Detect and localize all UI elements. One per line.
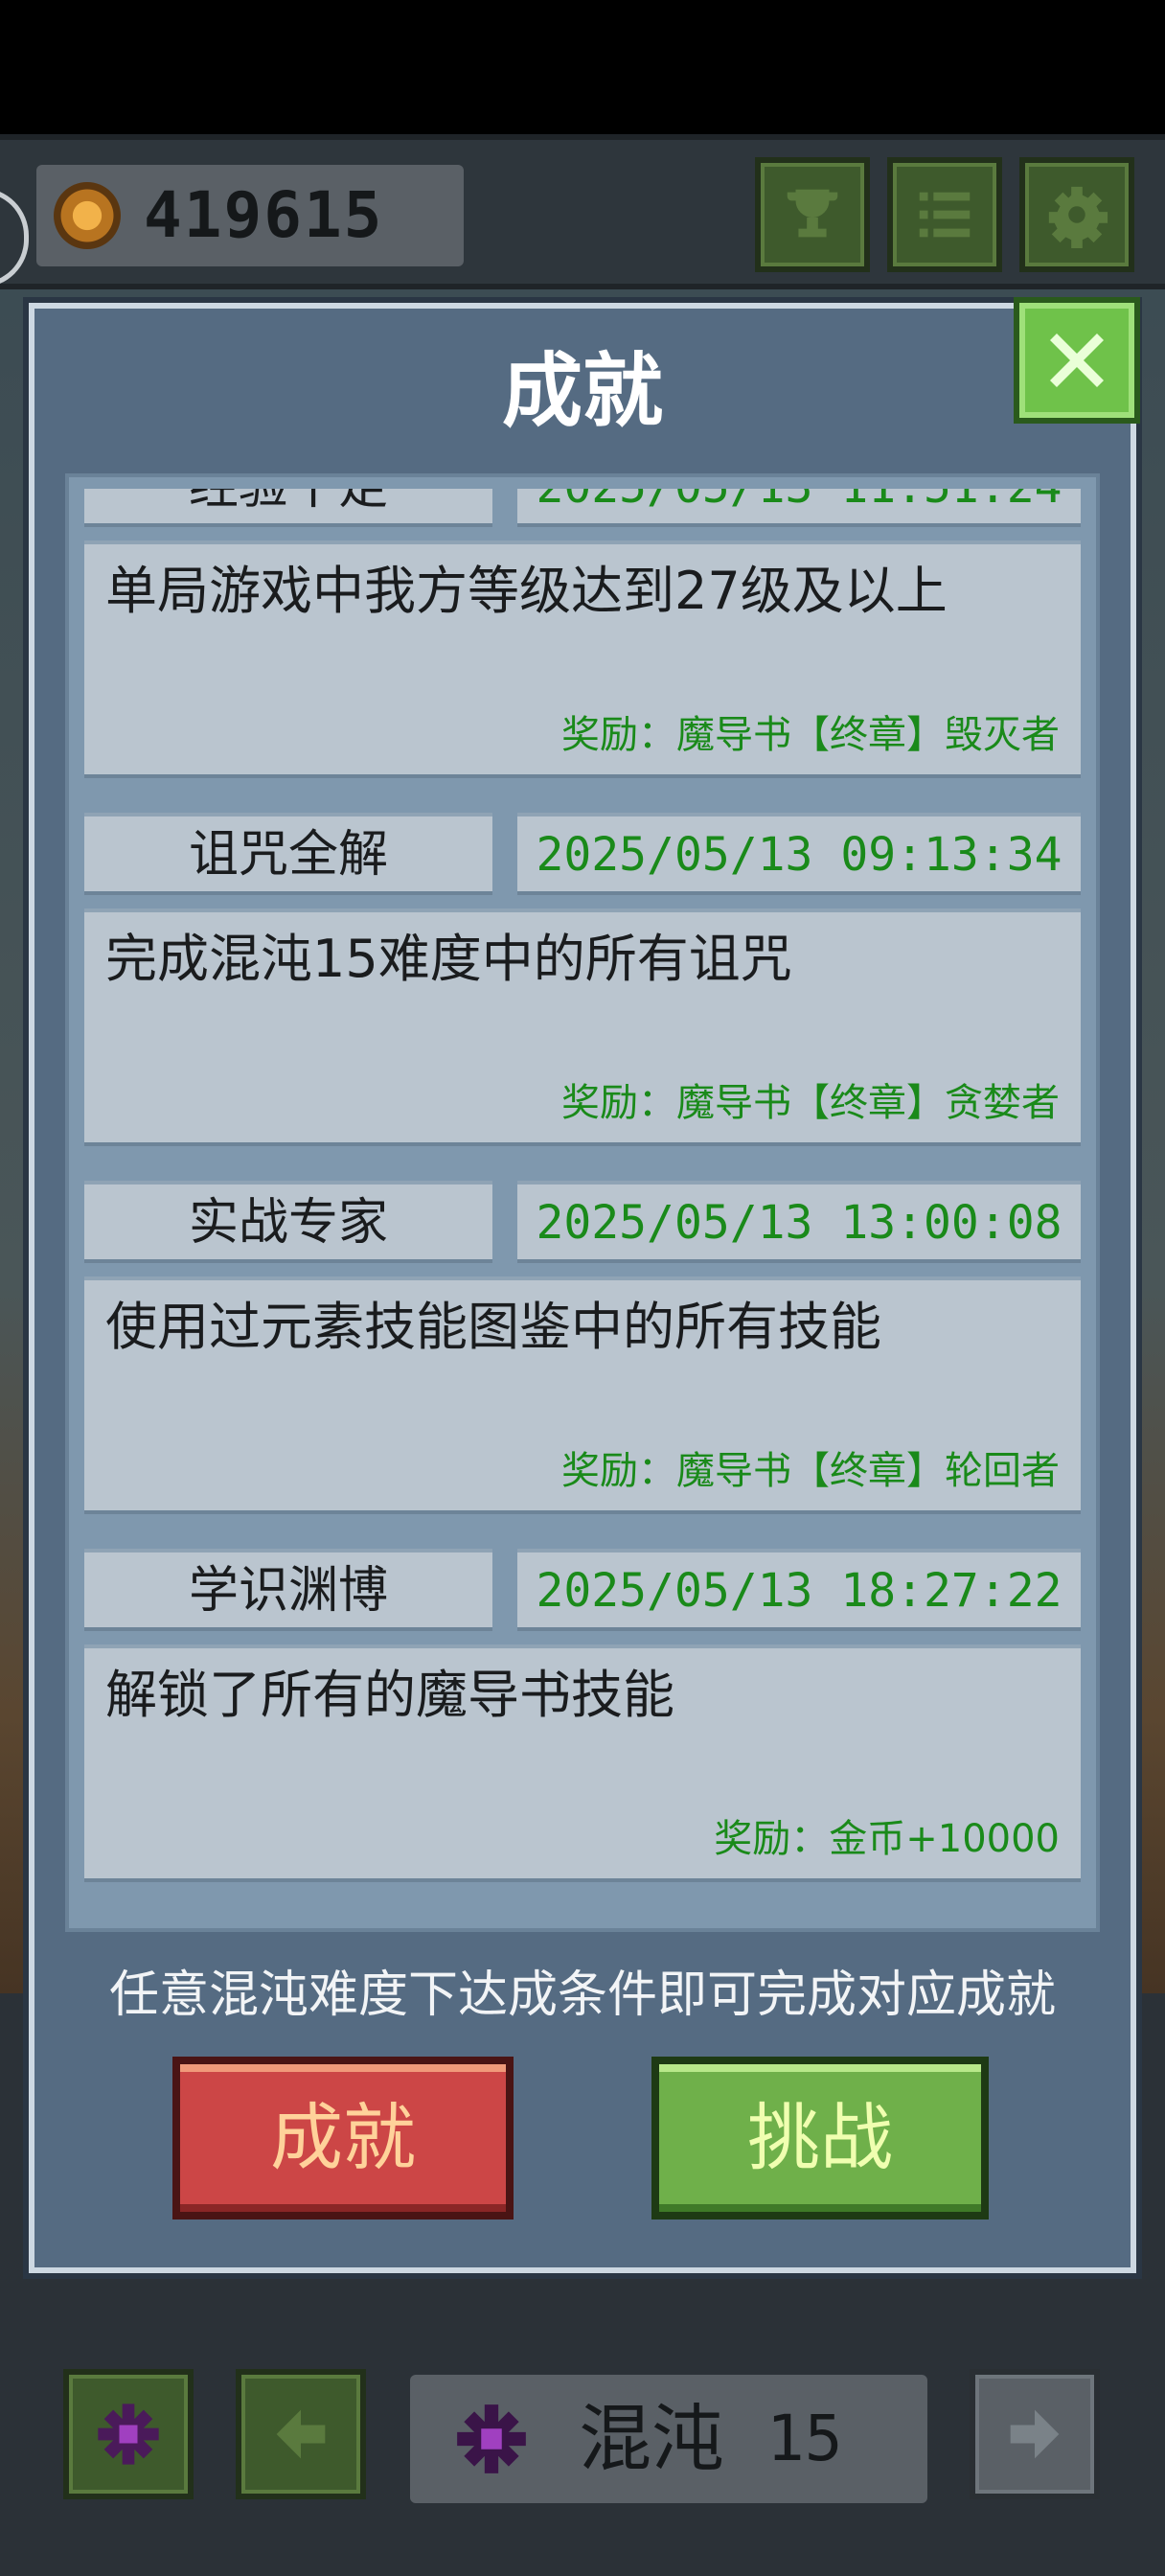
chaos-icon bbox=[457, 2404, 526, 2473]
achievement-date: 2025/05/13 09:13:34 bbox=[517, 813, 1081, 895]
achievement-date: 2025/05/13 11:51:24 bbox=[517, 489, 1081, 527]
prev-difficulty-button[interactable] bbox=[236, 2369, 366, 2499]
achievement-description: 单局游戏中我方等级达到27级及以上 bbox=[105, 561, 948, 621]
achievement-detail: 完成混沌15难度中的所有诅咒 奖励：魔导书【终章】贪婪者 bbox=[84, 908, 1081, 1146]
coin-amount: 419615 bbox=[144, 178, 384, 252]
arrow-left-icon bbox=[276, 2409, 326, 2459]
chaos-icon bbox=[98, 2404, 159, 2465]
achievement-reward: 奖励：魔导书【终章】贪婪者 bbox=[561, 1081, 1060, 1125]
achievement-name: 实战专家 bbox=[84, 1181, 492, 1263]
tab-challenge-button[interactable]: 挑战 bbox=[651, 2057, 989, 2220]
achievement-description: 完成混沌15难度中的所有诅咒 bbox=[105, 929, 792, 989]
settings-button[interactable] bbox=[1019, 157, 1134, 272]
achievement-detail: 使用过元素技能图鉴中的所有技能 奖励：魔导书【终章】轮回者 bbox=[84, 1276, 1081, 1514]
menu-list-button[interactable] bbox=[887, 157, 1002, 272]
achievement-detail: 单局游戏中我方等级达到27级及以上 奖励：魔导书【终章】毁灭者 bbox=[84, 540, 1081, 778]
achievement-reward: 奖励：魔导书【终章】轮回者 bbox=[561, 1449, 1060, 1493]
achievement-name: 学识渊博 bbox=[84, 1549, 492, 1631]
trophy-button[interactable] bbox=[755, 157, 870, 272]
hint-text: 任意混沌难度下达成条件即可完成对应成就 bbox=[108, 1966, 1056, 2024]
tab-achievements-button[interactable]: 成就 bbox=[172, 2057, 514, 2220]
achievement-reward: 奖励：魔导书【终章】毁灭者 bbox=[561, 713, 1060, 757]
achievement-list[interactable]: 经验十足 2025/05/13 11:51:24 单局游戏中我方等级达到27级及… bbox=[65, 489, 1100, 1926]
trophy-icon bbox=[787, 189, 838, 238]
list-icon bbox=[919, 192, 971, 238]
gear-icon bbox=[1048, 186, 1108, 248]
close-button[interactable] bbox=[1014, 297, 1140, 424]
achievement-name: 经验十足 bbox=[84, 489, 492, 527]
next-difficulty-button[interactable] bbox=[970, 2369, 1100, 2499]
chaos-mode-button[interactable] bbox=[63, 2369, 194, 2499]
arrow-right-icon bbox=[1010, 2409, 1060, 2459]
close-icon bbox=[1050, 334, 1104, 387]
achievement-date: 2025/05/13 18:27:22 bbox=[517, 1549, 1081, 1631]
achievement-description: 使用过元素技能图鉴中的所有技能 bbox=[105, 1297, 881, 1357]
achievement-description: 解锁了所有的魔导书技能 bbox=[105, 1665, 674, 1725]
dialog-title: 成就 bbox=[501, 344, 663, 438]
coin-icon bbox=[54, 182, 121, 249]
achievement-detail: 解锁了所有的魔导书技能 奖励：金币+10000 bbox=[84, 1644, 1081, 1882]
achievement-reward: 奖励：金币+10000 bbox=[714, 1817, 1060, 1861]
achievement-date: 2025/05/13 13:00:08 bbox=[517, 1181, 1081, 1263]
difficulty-level: 15 bbox=[766, 2402, 843, 2475]
difficulty-label: 混沌 bbox=[579, 2396, 724, 2481]
achievement-name: 诅咒全解 bbox=[84, 813, 492, 895]
